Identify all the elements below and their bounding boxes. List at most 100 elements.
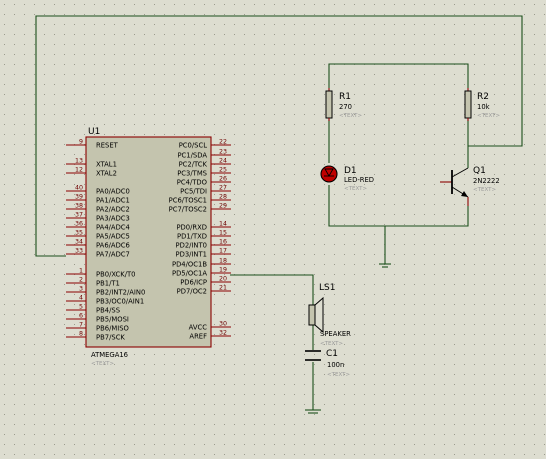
pin-number: 12 (75, 167, 83, 174)
pin-label: PA6/ADC6 (96, 242, 130, 250)
pin-label: PD3/INT1 (175, 251, 207, 259)
pin-label: PA1/ADC1 (96, 197, 130, 205)
pin-number: 39 (75, 194, 83, 201)
c1-value: 100n (327, 361, 344, 369)
pin-number: 7 (79, 322, 83, 329)
r1-text: <TEXT> (339, 113, 362, 119)
pin-number: 32 (219, 330, 227, 337)
pin-number: 22 (219, 139, 227, 146)
pin-number: 20 (219, 276, 227, 283)
pin-label: PC3/TMS (177, 170, 207, 178)
pin-number: 26 (219, 176, 227, 183)
pin-number: 8 (79, 331, 83, 338)
pin-number: 28 (219, 194, 227, 201)
pin-label: XTAL2 (96, 170, 117, 178)
pin-number: 29 (219, 203, 227, 210)
pin-label: PC1/SDA (177, 152, 207, 160)
pin-label: PB1/T1 (96, 280, 120, 288)
pin-number: 14 (219, 221, 227, 228)
pin-number: 37 (75, 212, 83, 219)
ls1-value: SPEAKER (320, 330, 351, 338)
r2-body (464, 90, 472, 119)
ls1-text: <TEXT> (320, 341, 343, 347)
pin-number: 25 (219, 167, 227, 174)
pin-label: PC6/TOSC1 (169, 197, 207, 205)
pin-number: 23 (219, 149, 227, 156)
pin-label: PA7/ADC7 (96, 251, 130, 259)
pin-number: 15 (219, 230, 227, 237)
ls1-ref: LS1 (319, 283, 335, 293)
r1-body (325, 90, 333, 119)
pin-number: 30 (219, 321, 227, 328)
pin-label: PA4/ADC4 (96, 224, 130, 232)
pin-number: 33 (75, 248, 83, 255)
pin-number: 18 (219, 258, 227, 265)
c1-text: <TEXT> (327, 372, 350, 378)
d1-ref: D1 (344, 166, 357, 176)
pin-label: PB4/SS (96, 307, 120, 315)
pin-label: PD4/OC1B (172, 261, 207, 269)
r2-ref: R2 (477, 92, 489, 102)
c1-ref: C1 (326, 349, 338, 359)
pin-number: 17 (219, 248, 227, 255)
r2-value: 10k (477, 103, 490, 111)
pin-number: 35 (75, 230, 83, 237)
speaker-magnet (308, 304, 316, 326)
pin-number: 40 (75, 185, 83, 192)
pin-number: 13 (75, 158, 83, 165)
q1-ref: Q1 (473, 166, 486, 176)
d1-text: <TEXT> (344, 186, 367, 192)
q1-text: <TEXT> (473, 187, 496, 193)
pin-label: PD2/INT0 (175, 242, 207, 250)
pin-number: 1 (79, 268, 83, 275)
pin-label: PA3/ADC3 (96, 215, 130, 223)
pin-number: 16 (219, 239, 227, 246)
pin-label: PA0/ADC0 (96, 188, 130, 196)
chip-part: ATMEGA16 (91, 351, 128, 359)
led-body (320, 165, 338, 183)
pin-label: AVCC (189, 324, 208, 332)
pin-label: PD0/RXD (176, 224, 207, 232)
pin-number: 24 (219, 158, 227, 165)
pin-number: 3 (79, 286, 83, 293)
r1-ref: R1 (339, 92, 351, 102)
pin-label: PD6/ICP (180, 279, 207, 287)
pin-number: 27 (219, 185, 227, 192)
pin-number: 38 (75, 203, 83, 210)
q1-value: 2N2222 (473, 177, 500, 185)
pin-label: PA2/ADC2 (96, 206, 130, 214)
pin-label: PC7/TOSC2 (169, 206, 207, 214)
pin-label: RESET (96, 142, 119, 150)
pin-label: PC2/TCK (179, 161, 208, 169)
pin-label: PB5/MOSI (96, 316, 129, 324)
pin-label: PB3/OC0/AIN1 (96, 298, 144, 306)
pin-label: PC0/SCL (179, 142, 208, 150)
pin-label: PB6/MISO (96, 325, 129, 333)
pin-label: PB0/XCK/T0 (96, 271, 136, 279)
chip-text: <TEXT> (91, 361, 114, 367)
pin-label: PD7/OC2 (177, 288, 207, 296)
pin-label: PC4/TDO (177, 179, 207, 187)
pin-label: PB7/SCK (96, 334, 125, 342)
pin-label: PB2/INT2/AIN0 (96, 289, 145, 297)
pin-number: 34 (75, 239, 83, 246)
d1-value: LED-RED (344, 176, 374, 184)
pin-label: PD5/OC1A (172, 270, 207, 278)
chip-ref: U1 (88, 127, 100, 137)
r1-value: 270 (339, 103, 352, 111)
pin-label: PC5/TDI (180, 188, 207, 196)
pin-number: 2 (79, 277, 83, 284)
pin-label: PA5/ADC5 (96, 233, 130, 241)
pin-number: 5 (79, 304, 83, 311)
r2-text: <TEXT> (477, 113, 500, 119)
pin-label: PD1/TXD (177, 233, 207, 241)
pin-label: XTAL1 (96, 161, 117, 169)
pin-number: 36 (75, 221, 83, 228)
pin-number: 6 (79, 313, 83, 320)
pin-number: 19 (219, 267, 227, 274)
atmega16-chip[interactable]: 9 RESET13 XTAL112 XTAL240 PA0/ADC039 PA1/ADC1… (66, 127, 231, 367)
pin-number: 9 (79, 139, 83, 146)
schematic-svg: 9 RESET13 XTAL112 XTAL240 PA0/ADC039 PA1/ADC1… (0, 0, 546, 459)
pin-number: 4 (79, 295, 83, 302)
schematic-canvas[interactable]: 9 RESET 13 XTAL1 12 XTAL2 40 PA0/ADC0 39 PA1/ADC1… (0, 0, 546, 459)
